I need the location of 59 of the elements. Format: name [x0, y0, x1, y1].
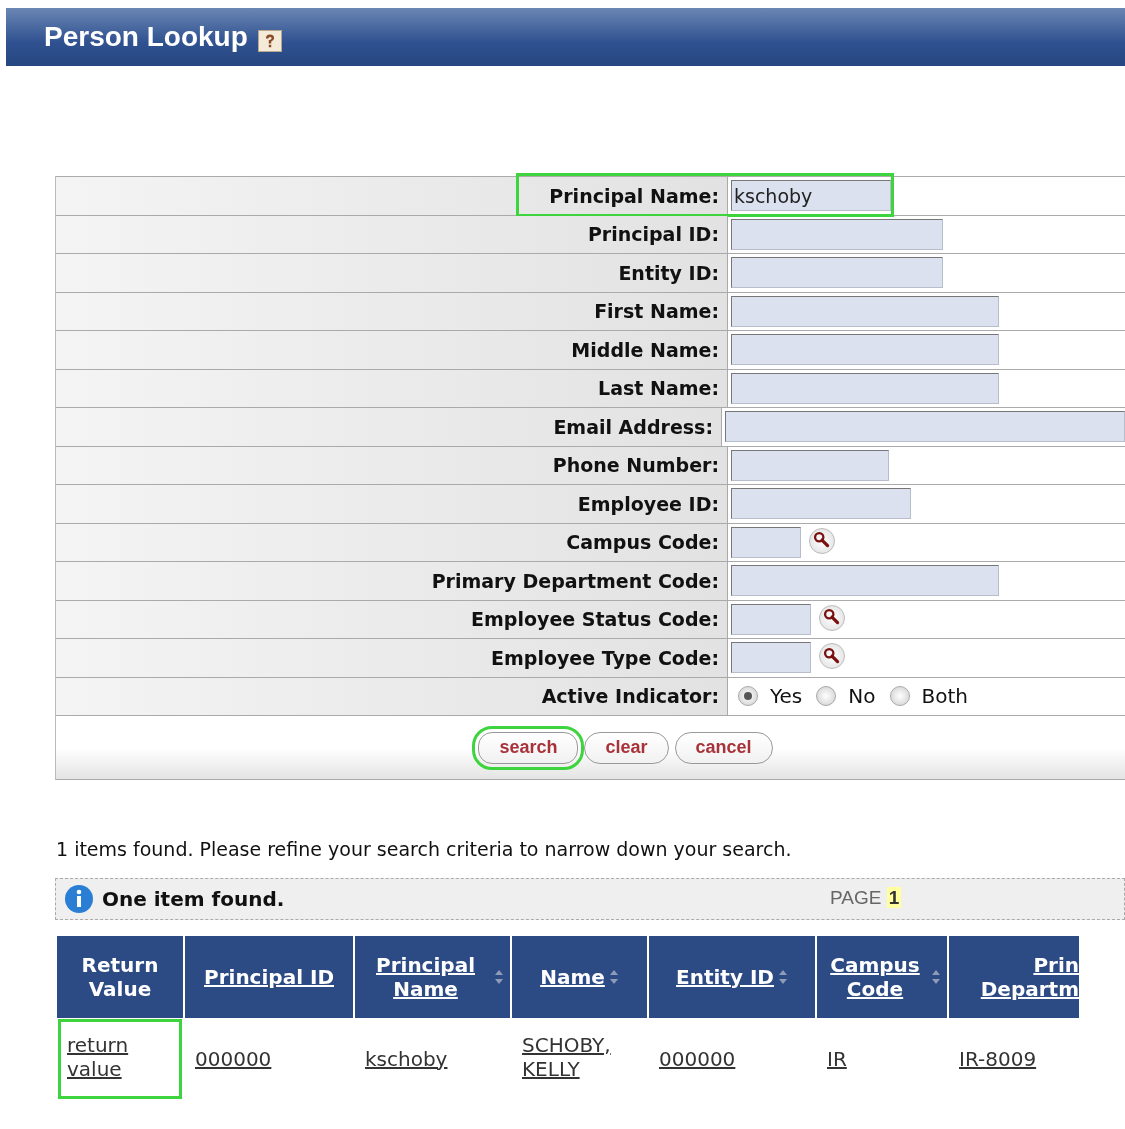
input-field[interactable]: kschoby — [731, 180, 891, 212]
action-button[interactable]: cancel — [674, 731, 773, 764]
sort-icon[interactable] — [931, 968, 941, 985]
column-header-text: Return Value — [80, 952, 160, 1001]
info-text: One item found. — [102, 885, 286, 913]
column-header-link[interactable]: Entity ID — [676, 964, 774, 989]
field-label: Phone Number: — [552, 453, 719, 478]
page-title: Person Lookup — [44, 20, 248, 54]
radio-label: Yes — [770, 683, 803, 711]
input-field[interactable] — [731, 603, 811, 635]
table-link[interactable]: IR — [827, 1046, 847, 1071]
sort-icon[interactable] — [608, 968, 619, 985]
input-field[interactable] — [731, 295, 999, 327]
field-label: Employee Type Code: — [491, 645, 719, 671]
result-message: 1 items found. Please refine your search criteria to narrow down your search. — [56, 837, 793, 862]
help-icon[interactable] — [257, 30, 282, 52]
input-field[interactable] — [731, 372, 999, 404]
sort-icon[interactable] — [777, 968, 788, 985]
table-link[interactable]: return value — [67, 1033, 173, 1081]
field-label: Entity ID: — [618, 260, 719, 286]
radio-label: Both — [921, 683, 968, 711]
search-icon[interactable] — [819, 604, 845, 631]
radio-button[interactable] — [889, 686, 910, 707]
input-field[interactable] — [731, 642, 811, 674]
radio-button[interactable] — [738, 686, 758, 707]
input-field[interactable] — [725, 411, 1125, 443]
field-label: Email Address: — [553, 414, 713, 440]
field-label: Middle Name: — [571, 337, 719, 363]
radio-button[interactable] — [816, 686, 837, 707]
radio-label: No — [848, 683, 876, 711]
table-link[interactable]: kschoby — [365, 1046, 448, 1071]
input-field[interactable] — [731, 334, 999, 366]
field-label: Employee ID: — [577, 491, 719, 517]
field-label: Employee Status Code: — [471, 607, 719, 632]
field-label: Principal Name: — [549, 183, 719, 209]
info-icon — [64, 883, 94, 914]
input-field[interactable] — [731, 218, 943, 250]
page-label: PAGE — [830, 887, 883, 909]
table-link[interactable]: 000000 — [195, 1046, 272, 1071]
input-field[interactable] — [731, 257, 943, 289]
column-header-link[interactable]: Name — [540, 964, 605, 989]
search-icon[interactable] — [819, 643, 845, 669]
sort-icon[interactable] — [494, 968, 504, 985]
field-label: Active Indicator: — [541, 684, 719, 709]
field-label: First Name: — [594, 299, 719, 324]
table-link[interactable]: 000000 — [659, 1046, 736, 1071]
field-label: Last Name: — [598, 376, 719, 401]
action-button[interactable]: clear — [584, 731, 669, 764]
field-label: Primary Department Code: — [431, 568, 719, 594]
page-number: 1 — [886, 887, 902, 909]
input-field[interactable] — [731, 488, 911, 520]
table-link[interactable]: IR-8009 — [959, 1046, 1037, 1071]
field-label: Principal ID: — [587, 222, 719, 247]
input-field[interactable] — [731, 565, 999, 597]
input-field[interactable] — [731, 449, 889, 481]
search-icon[interactable] — [809, 527, 835, 554]
table-link[interactable]: SCHOBY, KELLY — [522, 1033, 637, 1081]
input-field[interactable] — [731, 526, 801, 558]
field-label: Campus Code: — [566, 530, 719, 555]
